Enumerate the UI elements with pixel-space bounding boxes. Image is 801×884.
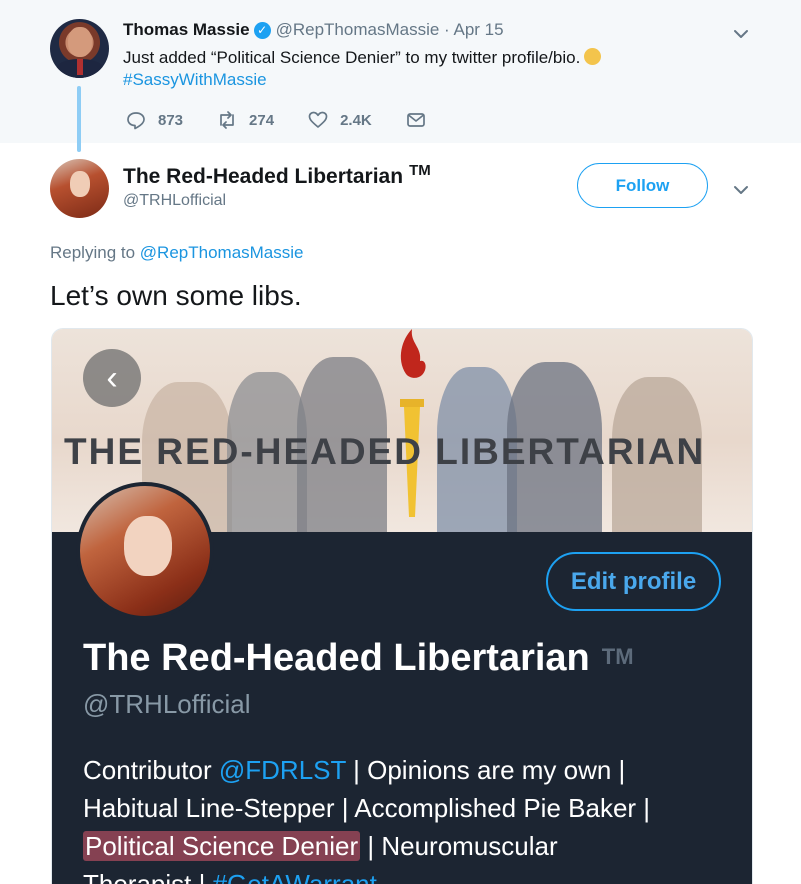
verified-badge-icon: ✓ (253, 21, 271, 39)
replying-to-prefix: Replying to (50, 243, 136, 262)
bio-opinions: | Opinions are my own | (353, 755, 626, 785)
bio-highlight: Political Science Denier (83, 831, 361, 861)
parent-author-name[interactable]: Thomas Massie (123, 20, 250, 40)
follow-button[interactable]: Follow (577, 163, 708, 208)
reply-tweet-text: Let’s own some libs. (50, 280, 302, 311)
chevron-down-icon[interactable] (733, 182, 749, 198)
chevron-down-icon[interactable] (733, 26, 749, 42)
bio-hashtag-link[interactable]: #GetAWarrant (213, 869, 377, 884)
replying-to-link[interactable]: @RepThomasMassie (140, 243, 304, 262)
parent-tweet-text-row: Just added “Political Science Denier” to… (123, 46, 602, 70)
torch-logo-icon (400, 329, 426, 517)
profile-tm: TM (601, 644, 634, 669)
reply-count: 873 (158, 111, 184, 129)
parent-tweet-actions: 873 274 2.4K (126, 110, 472, 130)
man-shrugging-emoji-icon (584, 48, 602, 65)
bio-fdrlst-link[interactable]: @FDRLST (219, 755, 346, 785)
reply-author-name-row: The Red-Headed Libertarian TM (123, 162, 431, 189)
parent-tweet[interactable]: Thomas Massie ✓ @RepThomasMassie · Apr 1… (0, 0, 801, 143)
direct-message-button[interactable] (406, 110, 438, 130)
like-button[interactable]: 2.4K (308, 110, 372, 130)
profile-avatar (76, 482, 214, 620)
bio-line-2: Habitual Line-Stepper | Accomplished Pie… (83, 793, 651, 823)
retweet-count: 274 (249, 111, 275, 129)
bio-line-3-rest: | Neuromuscular (367, 831, 558, 861)
thread-connector-line (77, 86, 81, 152)
reply-author-handle[interactable]: @TRHLofficial (123, 192, 226, 210)
profile-name-row: The Red-Headed Libertarian TM (83, 637, 634, 680)
reply-author-tm: TM (409, 162, 431, 179)
bio-line-4-start: Therapist | (83, 869, 206, 884)
heart-icon (308, 111, 328, 128)
reply-author-name[interactable]: The Red-Headed Libertarian (123, 165, 403, 188)
reply-icon (127, 112, 145, 130)
chevron-left-icon[interactable]: ‹ (83, 349, 141, 407)
retweet-button[interactable]: 274 (217, 110, 274, 130)
reply-button[interactable]: 873 (126, 110, 183, 130)
trh-avatar[interactable] (50, 159, 109, 218)
parent-author-handle-date[interactable]: @RepThomasMassie · Apr 15 (276, 20, 504, 40)
profile-bio: Contributor @FDRLST | Opinions are my ow… (83, 751, 743, 884)
profile-name: The Red-Headed Libertarian (83, 637, 590, 679)
bio-contributor: Contributor (83, 755, 212, 785)
banner-title: THE RED-HEADED LIBERTARIAN (64, 431, 706, 472)
embedded-profile-screenshot[interactable]: ‹ THE RED-HEADED LIBERTARIAN Edit profil… (51, 328, 753, 884)
edit-profile-button[interactable]: Edit profile (546, 552, 721, 611)
parent-hashtag-link[interactable]: #SassyWithMassie (123, 70, 267, 90)
parent-tweet-header: Thomas Massie ✓ @RepThomasMassie · Apr 1… (123, 20, 504, 40)
envelope-icon (406, 113, 425, 127)
profile-handle: @TRHLofficial (83, 689, 251, 719)
retweet-icon (220, 111, 234, 129)
parent-tweet-text: Just added “Political Science Denier” to… (123, 48, 581, 67)
replying-to-line: Replying to @RepThomasMassie (50, 243, 304, 263)
thomas-massie-avatar[interactable] (50, 19, 109, 78)
like-count: 2.4K (340, 111, 372, 129)
